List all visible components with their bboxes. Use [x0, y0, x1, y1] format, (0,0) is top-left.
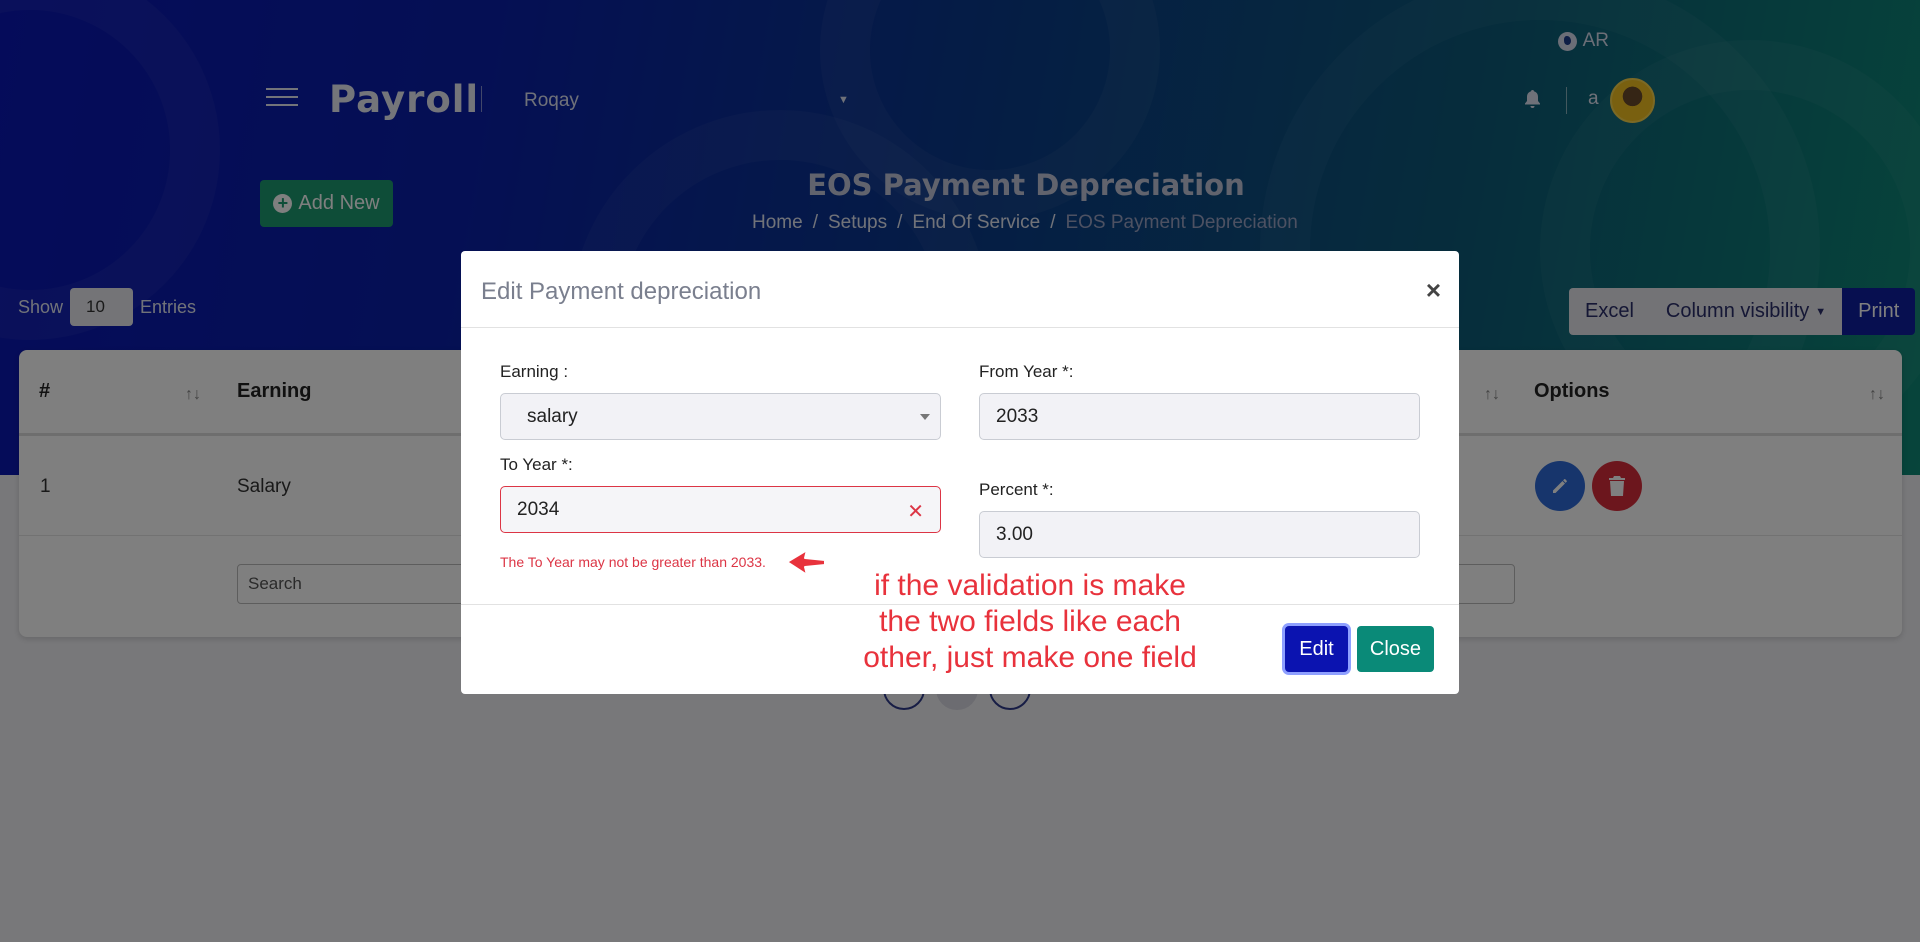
modal-title: Edit Payment depreciation	[481, 278, 762, 305]
edit-button[interactable]: Edit	[1285, 626, 1348, 672]
to-year-field[interactable]: 2034 ✕	[500, 486, 941, 533]
chevron-down-icon	[920, 414, 930, 420]
modal-header: Edit Payment depreciation ×	[461, 251, 1459, 328]
close-button[interactable]: Close	[1357, 626, 1434, 672]
annotation-line: the two fields like each	[879, 605, 1181, 638]
annotation-note: if the validation is make the two fields…	[830, 568, 1230, 676]
percent-field[interactable]: 3.00	[979, 511, 1420, 558]
to-year-label: To Year *:	[500, 455, 573, 474]
to-year-error: The To Year may not be greater than 2033…	[500, 554, 766, 570]
annotation-line: other, just make one field	[863, 641, 1197, 674]
to-year-value: 2034	[517, 498, 560, 520]
error-icon: ✕	[907, 501, 924, 523]
annotation-arrow-icon	[786, 549, 826, 576]
earning-value: salary	[527, 405, 578, 427]
from-year-field[interactable]: 2033	[979, 393, 1420, 440]
from-year-label: From Year *:	[979, 362, 1074, 381]
earning-select[interactable]: salary	[500, 393, 941, 440]
percent-label: Percent *:	[979, 480, 1054, 499]
earning-label: Earning :	[500, 362, 569, 381]
close-icon[interactable]: ×	[1426, 275, 1441, 306]
annotation-line: if the validation is make	[874, 569, 1186, 602]
